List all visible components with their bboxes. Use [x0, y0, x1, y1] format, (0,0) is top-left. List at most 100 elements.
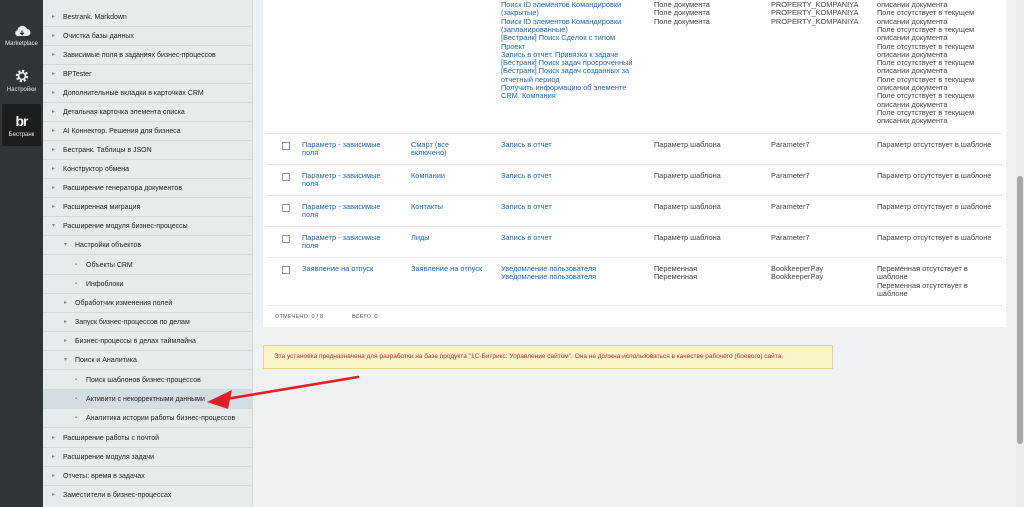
main-content: Поиск ID элементов Командировки (закрытые… — [254, 0, 1016, 507]
field-type-text: Параметр шаблона — [654, 140, 721, 149]
sidebar-item-crm-objects[interactable]: ▪ Объекты CRM — [43, 256, 253, 275]
row-checkbox[interactable] — [282, 204, 290, 212]
sidebar-item-bptester[interactable]: ▸ BPTester — [43, 65, 253, 84]
table-row-divider — [267, 195, 1002, 196]
marketplace-nav-item[interactable]: Marketplace — [2, 14, 41, 56]
chevron-right-icon: ▸ — [64, 300, 68, 306]
bestrank-logo: br — [15, 112, 29, 129]
sidebar-item-infoblocks[interactable]: ▪ Инфоблоки — [43, 275, 253, 294]
sidebar-item-search-analytics[interactable]: ▾ Поиск и Аналитика — [43, 351, 253, 370]
row-checkbox[interactable] — [282, 235, 290, 243]
sidebar-item-crm-tabs[interactable]: ▸ Дополнительные вкладки в карточках CRM — [43, 84, 253, 103]
sidebar-item-object-settings[interactable]: ▾ Настройки объектов — [43, 236, 253, 255]
error-text: Параметр отсутствует в шаблоне — [877, 171, 992, 180]
entity-link[interactable]: Лиды — [411, 234, 430, 242]
activity-link[interactable]: CRM. Компания — [501, 92, 556, 100]
template-link[interactable]: поля — [302, 242, 318, 250]
template-link[interactable]: поля — [302, 180, 318, 188]
chevron-right-icon: ▸ — [52, 109, 56, 115]
row-checkbox[interactable] — [282, 266, 290, 274]
table-row-divider — [267, 305, 1002, 306]
bullet-icon: ▪ — [75, 377, 78, 383]
field-code-text: Parameter7 — [771, 202, 810, 211]
sidebar-item-label: Очистка базы данных — [63, 33, 134, 40]
entity-link[interactable]: Заявление на отпуск — [411, 265, 482, 273]
table-row-divider — [267, 257, 1002, 258]
field-type-text: Параметр шаблона — [654, 233, 721, 242]
sidebar-item-label: Конструктор обмена — [63, 166, 130, 173]
activity-link[interactable]: Запись в отчет — [501, 203, 552, 211]
sidebar-item-label: BPTester — [63, 71, 92, 78]
chevron-right-icon: ▸ — [52, 204, 56, 210]
sidebar-item-label: Поиск шаблонов бизнес-процессов — [86, 377, 201, 384]
sidebar-item-extended-migration[interactable]: ▸ Расширенная миграция — [43, 198, 253, 217]
sidebar-item-bp-module-extension[interactable]: ▾ Расширение модуля бизнес-процессы — [43, 217, 253, 236]
chevron-right-icon: ▸ — [52, 90, 56, 96]
chevron-right-icon: ▸ — [52, 52, 56, 58]
settings-label: Настройки — [6, 86, 37, 93]
entity-link[interactable]: включено) — [411, 149, 447, 157]
sidebar-item-dependent-fields[interactable]: ▸ Зависимые поля в заданиях бизнес-процес… — [43, 46, 253, 65]
dev-install-warning: Эта установка предназначена для разработ… — [263, 345, 833, 369]
sidebar-item-docgen-extension[interactable]: ▸ Расширение генератора документов — [43, 179, 253, 198]
activity-link[interactable]: Запись в отчет — [501, 141, 552, 149]
row-checkbox[interactable] — [282, 142, 290, 150]
chevron-right-icon: ▸ — [64, 319, 68, 325]
activity-link[interactable]: Запись в отчет — [501, 172, 552, 180]
activity-link[interactable]: Уведомление пользователя — [501, 273, 596, 281]
template-link[interactable]: Заявление на отпуск — [302, 265, 373, 273]
chevron-right-icon: ▸ — [52, 14, 56, 20]
bullet-icon: ▪ — [75, 262, 78, 268]
sidebar-item-invalid-activities[interactable]: ▪ Активити с некорректными данными — [43, 390, 253, 409]
bullet-icon: ▪ — [75, 396, 78, 402]
field-code-text: PROPERTY_KOMPANIYA — [771, 16, 859, 26]
sidebar-item-label: Бизнес-процессы в делах таймлайна — [75, 338, 196, 345]
entity-link[interactable]: Контакты — [411, 203, 443, 211]
scrollbar-thumb[interactable] — [1017, 176, 1023, 444]
table-row-divider — [267, 226, 1002, 227]
sidebar-item-db-cleanup[interactable]: ▸ Очистка базы данных — [43, 27, 253, 46]
sidebar-item-label: Расширение модуля бизнес-процессы — [63, 223, 188, 230]
sidebar-item-bp-history-analytics[interactable]: ▪ Аналитика истории работы бизнес-процесс… — [43, 409, 253, 428]
sidebar-item-label: Зависимые поля в заданиях бизнес-процесс… — [63, 52, 216, 59]
sidebar-item-label: Запуск бизнес-процессов по делам — [75, 319, 190, 326]
sidebar-item-field-change-handler[interactable]: ▸ Обработчик изменения полей — [43, 294, 253, 313]
table-row-divider — [267, 133, 1002, 134]
sidebar-item-tasks-extension[interactable]: ▸ Расширение модуля задачи — [43, 448, 253, 467]
sidebar-item-label: Настройки объектов — [75, 242, 142, 249]
activity-link[interactable]: Запись в отчет — [501, 234, 552, 242]
bestrank-nav-item[interactable]: br Бестранк — [2, 104, 41, 146]
sidebar-item-label: Аналитика истории работы бизнес-процессо… — [86, 415, 236, 422]
settings-nav-item[interactable]: Настройки — [2, 59, 41, 101]
sidebar-item-label: AI Коннектор. Решения для бизнеса — [63, 128, 181, 135]
row-checkbox[interactable] — [282, 173, 290, 181]
sidebar-item-label: Дополнительные вкладки в карточках CRM — [63, 90, 204, 97]
sidebar-item-tasks-time-reports[interactable]: ▸ Отчеты: время в задачах — [43, 467, 253, 486]
chevron-right-icon: ▸ — [64, 338, 68, 344]
template-link[interactable]: поля — [302, 211, 318, 219]
sidebar-item-bestrank-markdown[interactable]: ▸ Bestrank. Markdown — [43, 8, 253, 27]
sidebar-item-json-tables[interactable]: ▸ Бестранк. Таблицы в JSON — [43, 141, 253, 160]
template-link[interactable]: поля — [302, 149, 318, 157]
chevron-down-icon: ▾ — [64, 357, 68, 363]
entity-link[interactable]: Компании — [411, 172, 445, 180]
sidebar-item-ai-connector[interactable]: ▸ AI Коннектор. Решения для бизнеса — [43, 122, 253, 141]
bullet-icon: ▪ — [75, 281, 78, 287]
page-scrollbar[interactable] — [1016, 0, 1024, 507]
sidebar-item-list-element-card[interactable]: ▸ Детальная карточка элемента списка — [43, 103, 253, 122]
sidebar-item-exchange-builder[interactable]: ▸ Конструктор обмена — [43, 160, 253, 179]
error-text: описании документа — [877, 116, 948, 126]
sidebar-menu-tree: ▸ Bestrank. Markdown ▸ Очистка базы данных ▸… — [43, 0, 253, 507]
table-row-divider — [267, 164, 1002, 165]
menu-separator — [43, 427, 253, 428]
menu-separator — [43, 369, 253, 370]
sidebar-item-bp-deputies[interactable]: ▸ Заместители в бизнес-процессах — [43, 486, 253, 505]
sidebar-item-mail-extension[interactable]: ▸ Расширение работы с почтой — [43, 429, 253, 448]
error-text: шаблоне — [877, 288, 908, 298]
chevron-right-icon: ▸ — [52, 147, 56, 153]
sidebar-item-bp-in-timeline[interactable]: ▸ Бизнес-процессы в делах таймлайна — [43, 332, 253, 351]
activity-link[interactable]: [Бестранк] Поиск Сделок с типом — [501, 34, 615, 42]
sidebar-item-bp-template-search[interactable]: ▪ Поиск шаблонов бизнес-процессов — [43, 371, 253, 390]
sidebar-item-bp-launch-by-cases[interactable]: ▸ Запуск бизнес-процессов по делам — [43, 313, 253, 332]
field-code-text: Parameter7 — [771, 171, 810, 180]
